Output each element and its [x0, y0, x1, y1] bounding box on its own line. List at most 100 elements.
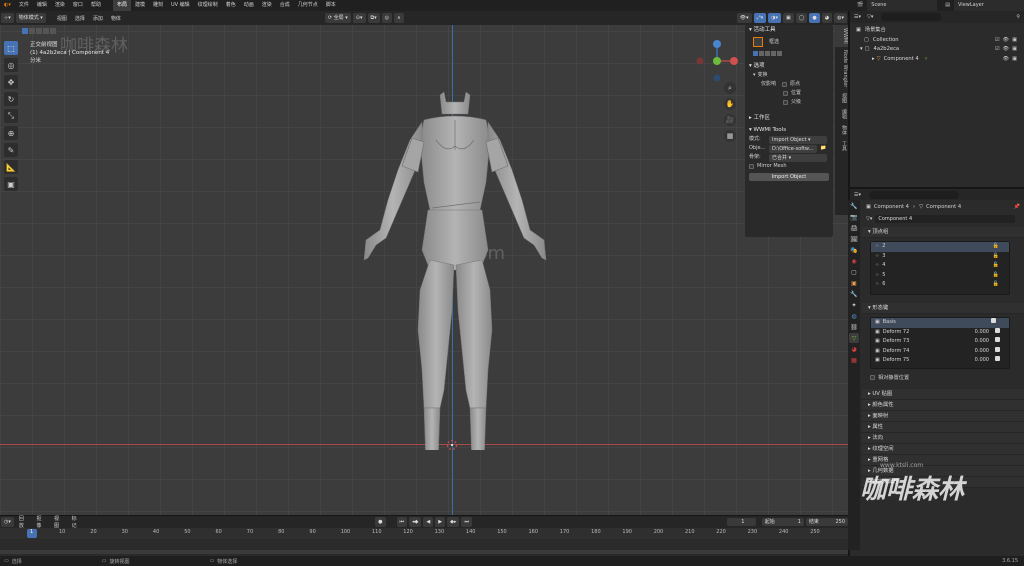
scale-tool-icon[interactable]: ⤡ [4, 109, 18, 123]
pin-icon[interactable]: 📌 [1014, 204, 1020, 210]
outliner-search-input[interactable] [881, 13, 942, 21]
xray-icon[interactable]: ▣ [783, 13, 794, 23]
properties-search-input[interactable] [869, 190, 959, 199]
texture-tab-icon[interactable]: ▦ [849, 355, 859, 365]
end-frame-field[interactable]: 结束 250 [805, 518, 849, 526]
viewlayer-name[interactable]: ViewLayer [954, 0, 1024, 11]
scene-selector-icon[interactable]: 🎬 [853, 0, 867, 11]
shape-key-checkbox[interactable] [995, 356, 1003, 366]
options-header[interactable]: ▾ 选项 [745, 61, 833, 71]
annotate-tool-icon[interactable]: ✎ [4, 143, 18, 157]
affect-locations-checkbox[interactable] [783, 91, 788, 96]
shading-wireframe-icon[interactable]: ◯ [795, 13, 808, 23]
record-icon[interactable]: ● [375, 517, 386, 527]
rotate-tool-icon[interactable]: ↻ [4, 92, 18, 106]
object-tab-icon[interactable]: ▣ [849, 278, 859, 288]
visibility-toggle-icons[interactable]: ☑👁▣ [995, 45, 1020, 55]
expand-arrow-icon[interactable]: ▾ [860, 45, 863, 55]
shading-rendered-icon[interactable]: ◍▾ [834, 13, 847, 23]
list-item[interactable]: ▣ Basis [871, 318, 1009, 328]
folder-icon[interactable]: 📁 [820, 144, 826, 153]
import-object-button[interactable]: Import Object [749, 173, 829, 181]
wwmi-tools-header[interactable]: ▾ WWMI Tools [745, 125, 833, 135]
jump-start-icon[interactable]: ⏮ [396, 517, 408, 527]
shape-key-checkbox[interactable] [995, 327, 1003, 338]
lock-icon[interactable]: 🔓 [993, 252, 999, 262]
3d-cursor-icon[interactable] [446, 439, 458, 451]
tab-wwmi[interactable]: WWMI [835, 25, 848, 47]
tab-edit[interactable]: 编辑 [835, 106, 848, 122]
lock-icon[interactable]: 🔓 [993, 242, 999, 252]
wwmi-skeleton-dropdown[interactable]: 已合并 ▾ [769, 153, 827, 162]
list-item[interactable]: ▣ Deform 74 0.000 [871, 346, 1009, 357]
render-tab-icon[interactable]: 📷 [849, 212, 859, 222]
lock-icon[interactable]: 🔓 [993, 280, 999, 290]
section-color-attributes[interactable]: ▸ 颜色属性 [862, 400, 1024, 411]
viewport-menu-select[interactable]: 选择 [71, 15, 89, 22]
add-cube-tool-icon[interactable]: ▣ [4, 177, 18, 191]
workspace-tab-animation[interactable]: 动画 [240, 0, 258, 11]
list-item[interactable]: ⁘ 2 🔓 [871, 242, 1009, 252]
view-layer-tab-icon[interactable]: 🖼 [849, 234, 859, 244]
workspace-tab-uv[interactable]: UV 编辑 [167, 0, 194, 11]
shape-key-checkbox[interactable] [991, 318, 999, 328]
lock-icon[interactable]: 🔓 [993, 271, 999, 281]
list-item[interactable]: ▣ Deform 73 0.000 [871, 337, 1009, 347]
material-tab-icon[interactable]: ◕ [849, 344, 859, 354]
mesh-name-field[interactable]: Component 4 [875, 214, 1016, 223]
box-select-tool-icon[interactable] [753, 37, 763, 47]
workspace-tab-scripting[interactable]: 脚本 [322, 0, 340, 11]
active-tool-header[interactable]: ▾ 活动工具 [745, 25, 833, 35]
workspace-tab-geometry-nodes[interactable]: 几何节点 [294, 0, 322, 11]
list-item[interactable]: ⁘ 5 🔓 [871, 271, 1009, 281]
tool-tab-icon[interactable]: 🔧 [849, 201, 859, 211]
tab-view[interactable]: 视图 [835, 90, 848, 106]
workspace-tab-compositing[interactable]: 合成 [276, 0, 294, 11]
next-keyframe-icon[interactable]: ◆▸ [447, 517, 460, 527]
select-extend-icon[interactable] [29, 28, 35, 34]
navigation-gizmo[interactable] [696, 40, 738, 82]
tab-object[interactable]: 物体 [835, 122, 848, 138]
expand-arrow-icon[interactable]: ▸ [872, 55, 875, 65]
overlay-icon[interactable]: ◑▾ [768, 13, 782, 23]
measure-tool-icon[interactable]: 📐 [4, 160, 18, 174]
viewport-menu-object[interactable]: 物体 [107, 15, 125, 22]
list-item[interactable]: ⁘ 6 🔓 [871, 280, 1009, 290]
start-frame-field[interactable]: 起始 1 [761, 518, 804, 526]
wwmi-mode-dropdown[interactable]: Import Object ▾ [769, 135, 827, 144]
outliner-filter-icon[interactable]: ▽▾ [867, 14, 873, 20]
outliner-row-collection[interactable]: ▢ Collection ☑👁▣ [850, 36, 1024, 46]
section-face-maps[interactable]: ▸ 面映射 [862, 411, 1024, 422]
list-item[interactable]: ▣ Deform 72 0.000 [871, 327, 1009, 338]
proportional-edit-icon[interactable]: ◎ [381, 13, 392, 23]
menu-window[interactable]: 窗口 [69, 0, 87, 11]
shape-keys-header[interactable]: ▾ 形态键 [862, 303, 1024, 314]
3d-viewport[interactable]: 正交前视图 (1) 4a2b2eca | Component 4 分米 咖啡森林… [0, 25, 848, 515]
editor-type-button[interactable]: ⊹▾ [1, 13, 14, 23]
world-tab-icon[interactable]: ◉ [849, 256, 859, 266]
timeline-editor-icon[interactable]: ◷▾ [1, 517, 14, 527]
tab-node-wrangler[interactable]: Node Wrangler [835, 47, 848, 90]
current-frame-field[interactable]: 1 [726, 518, 756, 526]
section-uv-maps[interactable]: ▸ UV 贴图 [862, 389, 1024, 400]
menu-render[interactable]: 渲染 [51, 0, 69, 11]
timeline-ruler[interactable]: 1 10 20 30 40 50 60 70 80 90 100 110 120 130 140 150 160… [0, 528, 848, 539]
section-texture-space[interactable]: ▸ 纹理空间 [862, 444, 1024, 455]
shading-material-icon[interactable]: ◕ [821, 13, 833, 23]
workspace-tab-sculpting[interactable]: 雕刻 [149, 0, 167, 11]
section-normals[interactable]: ▸ 法向 [862, 433, 1024, 444]
workspace-tab-rendering[interactable]: 渲染 [258, 0, 276, 11]
transform-tool-icon[interactable]: ⊕ [4, 126, 18, 140]
mesh-data-tab-icon[interactable]: ▽ [849, 333, 859, 343]
wwmi-object-path-field[interactable]: D:\Office-softw... [769, 144, 817, 153]
mode-invert-icon[interactable] [771, 51, 776, 56]
transform-orientation-dropdown[interactable]: ⟳ 全局 ▾ [324, 13, 351, 23]
move-tool-icon[interactable]: ✥ [4, 75, 18, 89]
prev-keyframe-icon[interactable]: ◂◆ [409, 517, 422, 527]
vertex-groups-header[interactable]: ▾ 顶点组 [862, 227, 1024, 238]
snap-icon[interactable]: ⧉▾ [367, 13, 380, 23]
mirror-mesh-checkbox[interactable] [749, 164, 754, 169]
object-mode-dropdown[interactable]: 物体模式 ▾ [15, 13, 46, 23]
mesh-browse-icon[interactable]: ▽▾ [866, 216, 872, 222]
viewlayer-icon[interactable]: ▤ [941, 0, 954, 11]
